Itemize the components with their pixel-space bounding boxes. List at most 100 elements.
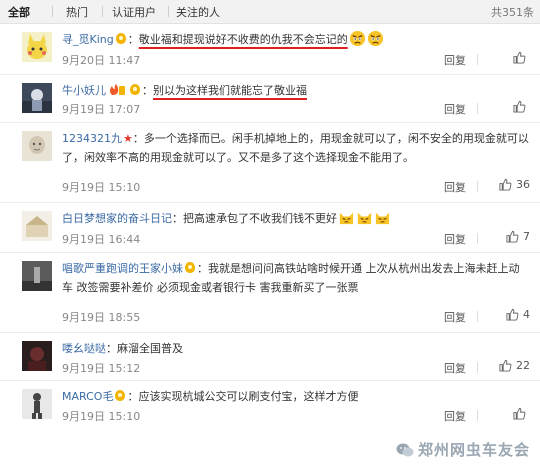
thumbs-up-icon <box>499 178 512 191</box>
colon: ： <box>197 262 208 275</box>
reply-button[interactable]: 回复 <box>444 309 466 325</box>
like-button[interactable]: 4 <box>506 308 530 321</box>
comment-body: 寻_觅King ：敬业福和提现说好不收费的仇我不会忘记的 <box>62 30 530 49</box>
reply-button[interactable]: 回复 <box>444 231 466 247</box>
thumbs-up-icon <box>506 230 519 243</box>
comment-text: 应该实现杭城公交可以刷支付宝，这样才方便 <box>138 390 359 403</box>
username-link[interactable]: MARCO毛 <box>62 390 113 403</box>
comment-time: 9月19日 17:07 <box>62 103 141 116</box>
avatar[interactable] <box>22 261 52 291</box>
username-link[interactable]: 唱歌严重跑调的王家小妹 <box>62 262 183 275</box>
avatar[interactable] <box>22 211 52 241</box>
like-button[interactable]: 36 <box>499 178 530 191</box>
reply-button[interactable]: 回复 <box>444 408 466 424</box>
comment-time: 9月19日 18:55 <box>62 311 141 324</box>
username-link[interactable]: 牛小妖儿 <box>62 84 106 97</box>
comment-body: 1234321九★：多一个选择而已。闲手机掉地上的，用现金就可以了，闲不安全的用… <box>62 129 530 167</box>
like-count: 4 <box>523 308 530 321</box>
comment-body: 唱歌严重跑调的王家小妹 ：我就是想问问高铁站啥时候开通 上次从杭州出发去上海未赶上… <box>62 259 530 297</box>
like-count: 36 <box>516 178 530 191</box>
reply-button[interactable]: 回复 <box>444 52 466 68</box>
like-button[interactable] <box>513 100 530 113</box>
colon: ： <box>127 33 139 46</box>
tab-hot[interactable]: 热门 <box>66 4 88 20</box>
comment-text: 敬业福和提现说好不收费的仇我不会忘记的 <box>138 33 348 46</box>
comment-item: 喽幺哒哒：麻溜全国普及 9月19日 15:12 回复 22 <box>0 333 540 381</box>
tab-divider <box>168 6 169 17</box>
watermark: 郑州网虫车友会 <box>396 439 530 460</box>
comment-body: 白日梦想家的奋斗日记：把高速承包了不收我们钱不更好 <box>62 209 530 228</box>
comment-filter-bar: 全部 热门 认证用户 关注的人 共351条 <box>0 0 540 24</box>
thumbs-up-icon <box>506 308 519 321</box>
fire-badge-icon <box>110 84 125 95</box>
cat-face-icon <box>339 212 354 225</box>
colon: ： <box>142 84 153 97</box>
avatar[interactable] <box>22 32 52 62</box>
comment-time: 9月19日 16:44 <box>62 233 141 246</box>
comment-item: 唱歌严重跑调的王家小妹 ：我就是想问问高铁站啥时候开通 上次从杭州出发去上海未赶上… <box>0 253 540 333</box>
colon: ： <box>127 390 139 403</box>
tab-all[interactable]: 全部 <box>8 4 30 20</box>
avatar[interactable] <box>22 341 52 371</box>
comment-item: MARCO毛 ：应该实现杭城公交可以刷支付宝，这样才方便 9月19日 15:10 … <box>0 381 540 431</box>
username-link[interactable]: 白日梦想家的奋斗日记 <box>62 212 172 225</box>
colon: ： <box>172 212 183 225</box>
comment-item: 白日梦想家的奋斗日记：把高速承包了不收我们钱不更好 9月19日 16:44 回复… <box>0 203 540 253</box>
reply-button[interactable]: 回复 <box>444 179 466 195</box>
comment-text: 别以为这样我们就能忘了敬业福 <box>153 84 307 97</box>
watermark-text: 郑州网虫车友会 <box>417 441 530 459</box>
like-count: 22 <box>516 359 530 372</box>
action-divider <box>477 181 478 192</box>
comment-count: 共351条 <box>491 6 534 19</box>
avatar[interactable] <box>22 389 52 419</box>
thumbs-up-icon <box>513 100 526 113</box>
comment-time: 9月20日 11:47 <box>62 54 141 67</box>
comment-time: 9月19日 15:10 <box>62 410 141 423</box>
colon: ： <box>106 342 117 355</box>
like-button[interactable] <box>513 407 530 420</box>
like-button[interactable] <box>513 51 530 64</box>
username-link[interactable]: 喽幺哒哒 <box>62 342 106 355</box>
action-divider <box>477 410 478 421</box>
colon: ： <box>132 132 144 145</box>
avatar[interactable] <box>22 83 52 113</box>
action-divider <box>477 311 478 322</box>
cat-face-icon <box>375 212 390 225</box>
like-count: 7 <box>523 230 530 243</box>
like-button[interactable]: 22 <box>499 359 530 372</box>
tab-divider <box>52 6 53 17</box>
comment-time: 9月19日 15:12 <box>62 362 141 375</box>
thumbs-up-icon <box>513 407 526 420</box>
username-link[interactable]: 1234321九 <box>62 132 122 145</box>
reply-button[interactable]: 回复 <box>444 101 466 117</box>
comment-text: 麻溜全国普及 <box>117 342 183 355</box>
thumbs-up-icon <box>499 359 512 372</box>
vip-badge-icon <box>115 33 126 44</box>
avatar[interactable] <box>22 131 52 161</box>
thumbs-up-icon <box>513 51 526 64</box>
tab-following[interactable]: 关注的人 <box>176 4 220 20</box>
vip-badge-icon <box>185 262 195 273</box>
like-button[interactable]: 7 <box>506 230 530 243</box>
username-link[interactable]: 寻_觅King <box>62 33 114 46</box>
reply-button[interactable]: 回复 <box>444 360 466 376</box>
star-badge-icon: ★ <box>123 132 133 145</box>
comment-item: 牛小妖儿 ：别以为这样我们就能忘了敬业福 9月19日 17:07 回复 <box>0 75 540 123</box>
comment-item: 1234321九★：多一个选择而已。闲手机掉地上的，用现金就可以了，闲不安全的用… <box>0 123 540 203</box>
comment-body: MARCO毛 ：应该实现杭城公交可以刷支付宝，这样才方便 <box>62 387 530 406</box>
comment-item: 寻_觅King ：敬业福和提现说好不收费的仇我不会忘记的 9月20日 11:47 … <box>0 24 540 75</box>
vip-badge-icon <box>115 390 126 401</box>
comment-body: 喽幺哒哒：麻溜全国普及 <box>62 339 530 358</box>
wechat-logo-icon <box>396 443 414 456</box>
action-divider <box>477 233 478 244</box>
action-divider <box>477 362 478 373</box>
tab-divider <box>102 6 103 17</box>
angry-face-icon <box>367 30 383 47</box>
cat-face-icon <box>357 212 372 225</box>
angry-face-icon <box>349 30 365 47</box>
tab-verified[interactable]: 认证用户 <box>112 4 156 20</box>
action-divider <box>477 54 478 65</box>
comment-text: 把高速承包了不收我们钱不更好 <box>183 212 337 225</box>
comment-time: 9月19日 15:10 <box>62 181 141 194</box>
comment-body: 牛小妖儿 ：别以为这样我们就能忘了敬业福 <box>62 81 530 100</box>
